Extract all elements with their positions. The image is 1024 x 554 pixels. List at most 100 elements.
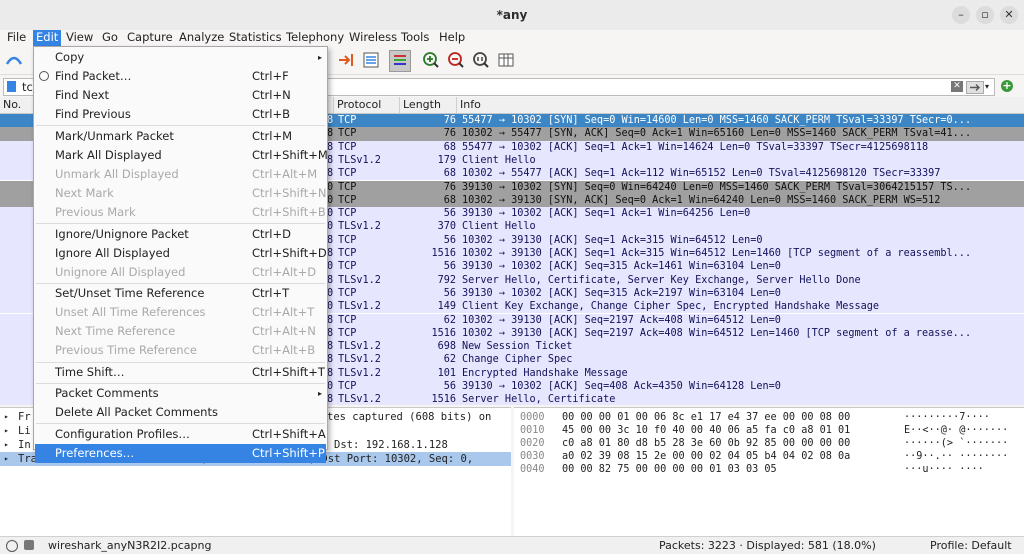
expand-arrow-icon[interactable]: ▸ <box>4 424 9 438</box>
menu-item-packet-comments[interactable]: Packet Comments ▸ <box>35 384 326 403</box>
menu-item-set-unset-time-reference[interactable]: Set/Unset Time Reference Ctrl+T <box>35 284 326 303</box>
minimize-button[interactable]: – <box>952 6 970 24</box>
menu-item-shortcut: Ctrl+N <box>252 88 291 103</box>
packet-info-cell: 55477 → 10302 [SYN] Seq=0 Win=14600 Len=… <box>462 115 972 126</box>
packet-length-cell: 68 <box>443 141 456 153</box>
expert-info-icon[interactable] <box>6 540 18 552</box>
packet-info-cell: Server Hello, Certificate <box>462 394 616 405</box>
menu-item-find-next[interactable]: Find Next Ctrl+N <box>35 86 326 105</box>
start-capture-icon[interactable] <box>4 50 24 70</box>
expand-arrow-icon[interactable]: ▸ <box>4 452 9 466</box>
apply-filter-icon[interactable] <box>966 81 984 94</box>
filter-dropdown-icon[interactable]: ▾ <box>985 82 989 91</box>
packet-protocol-cell: TLSv1.2 <box>338 354 381 366</box>
menu-item-label: Unmark All Displayed <box>55 166 179 181</box>
menu-item-next-mark: Next Mark Ctrl+Shift+N <box>35 184 326 203</box>
zoom-out-icon[interactable] <box>446 50 466 70</box>
menu-item-configuration-profiles[interactable]: Configuration Profiles… Ctrl+Shift+A <box>35 425 326 444</box>
menu-item-shortcut: Ctrl+B <box>252 107 290 122</box>
menu-item-previous-mark: Previous Mark Ctrl+Shift+B <box>35 203 326 222</box>
go-last-icon[interactable] <box>336 50 356 70</box>
packet-info-cell: 10302 → 39130 [ACK] Seq=1 Ack=315 Win=64… <box>462 248 972 259</box>
window-title: *any <box>496 8 528 22</box>
zoom-in-icon[interactable] <box>421 50 441 70</box>
menu-capture[interactable]: Capture <box>124 30 176 46</box>
menu-item-time-shift[interactable]: Time Shift… Ctrl+Shift+T <box>35 363 326 382</box>
menu-view[interactable]: View <box>63 30 96 46</box>
colorize-icon[interactable] <box>389 50 411 72</box>
packet-bytes-pane[interactable]: 0000 00 00 00 01 00 06 8c e1 17 e4 37 ee … <box>514 407 1024 536</box>
menu-help[interactable]: Help <box>436 30 468 46</box>
menu-item-mark-unmark-packet[interactable]: Mark/Unmark Packet Ctrl+M <box>35 127 326 146</box>
menu-edit[interactable]: Edit <box>33 30 62 46</box>
menu-go[interactable]: Go <box>99 30 121 46</box>
column-length[interactable]: Length <box>400 97 457 113</box>
menu-file[interactable]: File <box>4 30 29 46</box>
detail-prefix: In <box>18 439 31 451</box>
packet-length-cell: 1516 <box>431 327 456 339</box>
menu-item-copy[interactable]: Copy ▸ <box>35 48 326 67</box>
menu-item-previous-time-reference: Previous Time Reference Ctrl+Alt+B <box>35 341 326 360</box>
maximize-button[interactable]: ▫ <box>976 6 994 24</box>
close-button[interactable]: ✕ <box>1000 6 1018 24</box>
bytes-row[interactable]: 0040 00 00 82 75 00 00 00 00 01 03 03 05 ·… <box>514 463 1024 476</box>
packet-info-cell: Encrypted Handshake Message <box>462 367 628 379</box>
resize-columns-icon[interactable] <box>496 50 516 70</box>
bookmark-icon[interactable] <box>7 81 16 92</box>
packet-info-cell: 10302 → 39130 [ACK] Seq=2197 Ack=408 Win… <box>462 314 781 326</box>
clear-filter-icon[interactable]: ✕ <box>951 81 963 92</box>
menu-item-ignore-unignore-packet[interactable]: Ignore/Unignore Packet Ctrl+D <box>35 225 326 244</box>
menu-item-preferences[interactable]: Preferences… Ctrl+Shift+P <box>35 443 326 463</box>
detail-text: tes captured (608 bits) on <box>327 411 492 423</box>
menu-item-ignore-all-displayed[interactable]: Ignore All Displayed Ctrl+Shift+D <box>35 244 327 263</box>
expand-arrow-icon[interactable]: ▸ <box>4 438 9 452</box>
packet-length-cell: 62 <box>443 314 456 326</box>
packet-protocol-cell: TLSv1.2 <box>338 154 381 166</box>
packet-length-cell: 56 <box>443 208 456 220</box>
bytes-row[interactable]: 0010 45 00 00 3c 10 f0 40 00 40 06 a5 fa … <box>514 424 1024 437</box>
menu-analyze[interactable]: Analyze <box>176 30 227 46</box>
column-protocol[interactable]: Protocol <box>334 97 400 113</box>
packet-protocol-cell: TCP <box>338 168 357 180</box>
menu-item-label: Copy <box>55 50 85 64</box>
menu-statistics[interactable]: Statistics <box>226 30 285 46</box>
autoscroll-icon[interactable] <box>361 50 381 70</box>
zoom-normal-icon[interactable] <box>471 50 491 70</box>
packet-info-cell: 39130 → 10302 [ACK] Seq=408 Ack=4350 Win… <box>462 381 781 392</box>
packet-info-cell: 39130 → 10302 [ACK] Seq=315 Ack=1461 Win… <box>462 261 781 273</box>
status-file: wireshark_anyN3R2I2.pcapng <box>48 539 212 552</box>
bytes-ascii: ···u···· ···· <box>904 464 984 475</box>
bytes-row[interactable]: 0020 c0 a8 01 80 d8 b5 28 3e 60 0b 92 85 … <box>514 437 1024 450</box>
packet-info-cell: Client Hello <box>462 221 536 233</box>
add-filter-icon[interactable]: + <box>1001 80 1013 92</box>
bytes-offset: 0020 <box>520 438 545 449</box>
menu-telephony[interactable]: Telephony <box>283 30 347 46</box>
status-profile[interactable]: Profile: Default <box>930 537 1012 554</box>
bytes-row[interactable]: 0030 a0 02 39 08 15 2e 00 00 02 04 05 b4 … <box>514 450 1024 463</box>
packet-protocol-cell: TLSv1.2 <box>338 301 381 313</box>
packet-info-cell: Client Key Exchange, Change Cipher Spec,… <box>462 301 880 313</box>
capture-comment-icon[interactable] <box>24 540 34 550</box>
packet-protocol-cell: TCP <box>338 234 357 246</box>
menu-item-delete-all-packet-comments[interactable]: Delete All Packet Comments <box>35 403 326 422</box>
detail-prefix: Fr <box>18 411 31 423</box>
packet-length-cell: 62 <box>443 354 456 366</box>
expand-arrow-icon[interactable]: ▸ <box>4 410 9 424</box>
menu-item-label: Delete All Packet Comments <box>55 405 218 420</box>
packet-protocol-cell: TCP <box>338 115 357 126</box>
menu-item-label: Find Next <box>55 88 110 103</box>
packet-length-cell: 68 <box>443 194 456 206</box>
packet-info-cell: New Session Ticket <box>462 341 573 353</box>
menu-item-shortcut: Ctrl+Shift+D <box>252 245 327 260</box>
menu-item-find-previous[interactable]: Find Previous Ctrl+B <box>35 105 326 124</box>
menu-item-label: Mark/Unmark Packet <box>55 128 174 143</box>
menu-item-label: Ignore/Unignore Packet <box>55 226 189 241</box>
menu-item-find-packet[interactable]: Find Packet… Ctrl+F <box>35 67 326 86</box>
bytes-row[interactable]: 0000 00 00 00 01 00 06 8c e1 17 e4 37 ee … <box>514 411 1024 424</box>
menu-item-mark-all-displayed[interactable]: Mark All Displayed Ctrl+Shift+M <box>35 146 328 165</box>
column-info[interactable]: Info <box>457 97 1024 113</box>
menu-wireless[interactable]: Wireless <box>346 30 400 46</box>
menu-item-label: Find Packet… <box>55 69 132 84</box>
packet-length-cell: 149 <box>437 301 456 313</box>
menu-tools[interactable]: Tools <box>398 30 432 46</box>
